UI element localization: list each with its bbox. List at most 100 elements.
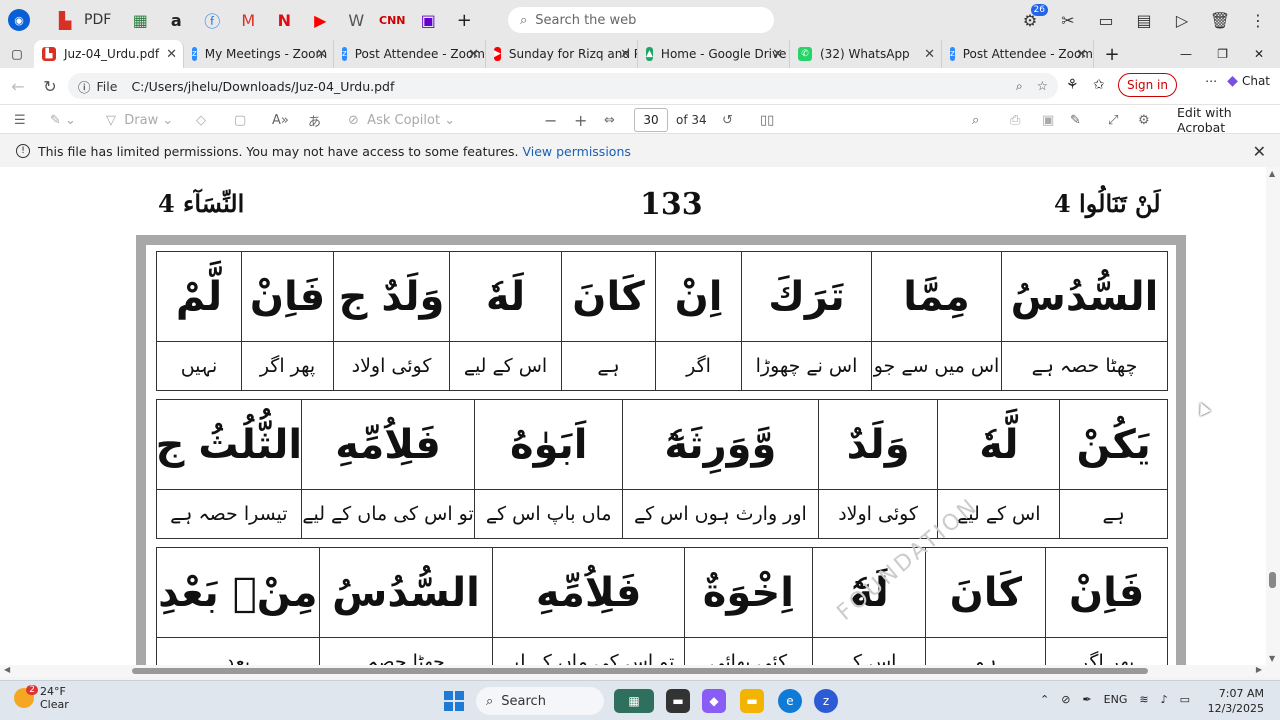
facebook-icon[interactable]: ⓕ: [197, 6, 227, 34]
network-off-icon[interactable]: ⊘: [1061, 693, 1070, 706]
edit-with-acrobat-button[interactable]: Edit with Acrobat: [1177, 105, 1280, 135]
close-icon[interactable]: ✕: [924, 47, 935, 62]
amazon-icon[interactable]: a: [161, 6, 191, 34]
file-explorer-icon[interactable]: ▬: [740, 689, 764, 713]
scissors-icon[interactable]: ✂: [1054, 6, 1082, 34]
video-icon[interactable]: ▭: [1092, 6, 1120, 34]
new-tab-button[interactable]: +: [1094, 40, 1130, 68]
trash-icon[interactable]: 🗑: [1206, 6, 1234, 34]
back-icon[interactable]: ←: [4, 72, 32, 100]
close-icon[interactable]: ✕: [316, 47, 327, 62]
netflix-icon[interactable]: N: [269, 6, 299, 34]
close-icon[interactable]: ✕: [166, 47, 177, 62]
chevron-up-icon[interactable]: ⌃: [1040, 693, 1049, 706]
info-icon: ⓘ: [78, 79, 91, 95]
copilot-icon[interactable]: ◆: [702, 689, 726, 713]
tab-actions-icon[interactable]: ▢: [0, 40, 34, 68]
close-icon[interactable]: ✕: [1076, 47, 1087, 62]
weather-widget[interactable]: 2 24°F Clear: [14, 685, 69, 711]
close-icon[interactable]: ✕: [620, 47, 631, 62]
tab-juz-pdf[interactable]: ▙ Juz-04_Urdu.pdf ✕: [34, 40, 184, 68]
more-icon[interactable]: ⋮: [1244, 6, 1272, 34]
zoom-icon[interactable]: ⌕: [1016, 78, 1023, 94]
language-indicator[interactable]: ENG: [1104, 693, 1128, 706]
save-icon[interactable]: ▣: [1042, 110, 1054, 130]
fit-page-icon[interactable]: ⇔: [604, 110, 615, 130]
pdf-viewport[interactable]: النِّسَآء 4 133 لَنْ تَنَالُوا 4 السُّدُ…: [0, 167, 1280, 665]
zoom-in-icon[interactable]: +: [574, 110, 587, 130]
contents-icon[interactable]: ☰: [14, 110, 26, 130]
minimize-icon[interactable]: —: [1172, 40, 1200, 68]
pdf-app-icon[interactable]: ▙: [50, 6, 80, 34]
rotate-icon[interactable]: ↺: [722, 110, 733, 130]
read-aloud-icon[interactable]: A»: [272, 110, 289, 130]
restore-icon[interactable]: ❐: [1209, 40, 1236, 68]
yahoo-icon[interactable]: ▣: [413, 6, 443, 34]
more-icon[interactable]: ⋯: [1205, 74, 1217, 88]
close-icon[interactable]: ✕: [772, 47, 783, 62]
save-as-icon[interactable]: ✎: [1070, 110, 1081, 130]
settings-gear-icon[interactable]: ⚙: [1138, 110, 1150, 130]
youtube-icon[interactable]: ▶: [305, 6, 335, 34]
extensions-icon[interactable]: ⚘: [1066, 77, 1079, 93]
tab-sunday-rizq[interactable]: ▶ Sunday for Rizq and Pr ✕: [486, 40, 638, 68]
clock[interactable]: 7:07 AM 12/3/2025: [1208, 686, 1264, 716]
play-icon[interactable]: ▷: [1168, 6, 1196, 34]
text-box-icon[interactable]: ▢: [234, 110, 246, 130]
page-number-input[interactable]: 30: [634, 108, 668, 132]
scroll-left-icon[interactable]: ◀: [4, 665, 10, 674]
tab-my-meetings[interactable]: z My Meetings - Zoom ✕: [184, 40, 334, 68]
cnn-icon[interactable]: CNN: [377, 6, 407, 34]
gallery-icon[interactable]: ▦: [125, 6, 155, 34]
scroll-up-icon[interactable]: ▲: [1269, 169, 1275, 178]
zoom-app-icon[interactable]: z: [814, 689, 838, 713]
widgets-icon[interactable]: ▦: [614, 689, 654, 713]
battery-icon[interactable]: ▭: [1180, 693, 1190, 706]
scroll-right-icon[interactable]: ▶: [1256, 665, 1262, 674]
close-icon[interactable]: ✕: [468, 47, 479, 62]
sign-in-button[interactable]: Sign in: [1118, 73, 1177, 97]
url-field[interactable]: ⓘ File C:/Users/jhelu/Downloads/Juz-04_U…: [68, 73, 1058, 99]
horizontal-scroll-thumb[interactable]: [132, 668, 1148, 674]
vertical-scroll-thumb[interactable]: [1269, 572, 1276, 588]
terminal-icon[interactable]: ▬: [666, 689, 690, 713]
gmail-icon[interactable]: M: [233, 6, 263, 34]
web-search-input[interactable]: ⌕ Search the web: [508, 7, 774, 33]
tab-post-attendee[interactable]: z Post Attendee - Zoom ✕: [334, 40, 486, 68]
favorites-icon[interactable]: ✩: [1093, 77, 1105, 93]
rewards-icon[interactable]: ⚙ 26: [1016, 4, 1048, 34]
browser-logo-icon[interactable]: ◉: [8, 9, 30, 31]
add-shortcut-icon[interactable]: +: [449, 6, 479, 34]
edge-icon[interactable]: e: [778, 689, 802, 713]
wikipedia-icon[interactable]: W: [341, 6, 371, 34]
highlight-icon[interactable]: ✎ ⌄: [50, 110, 76, 130]
page-view-icon[interactable]: ▯▯: [760, 110, 774, 130]
horizontal-scrollbar[interactable]: ◀ ▶: [0, 665, 1280, 677]
start-button[interactable]: [444, 691, 464, 711]
pdf-app-label[interactable]: PDF: [84, 12, 111, 28]
clipboard-icon[interactable]: ▤: [1130, 6, 1158, 34]
window-close-icon[interactable]: ✕: [1246, 40, 1272, 68]
pen-icon[interactable]: ✒: [1082, 693, 1091, 706]
erase-icon[interactable]: ◇: [196, 110, 206, 130]
copilot-chat-button[interactable]: ◆ Chat: [1227, 73, 1270, 89]
zoom-out-icon[interactable]: −: [544, 110, 557, 130]
print-icon[interactable]: ⎙: [1010, 110, 1020, 130]
find-icon[interactable]: ⌕: [972, 110, 979, 130]
tab-whatsapp[interactable]: ✆ (32) WhatsApp ✕: [790, 40, 942, 68]
refresh-icon[interactable]: ↻: [36, 72, 64, 100]
favorite-star-icon[interactable]: ☆: [1037, 78, 1048, 94]
translate-icon[interactable]: あ: [308, 110, 321, 130]
tab-post-attendee-2[interactable]: z Post Attendee - Zoom ✕: [942, 40, 1094, 68]
fullscreen-icon[interactable]: ⤢: [1108, 110, 1118, 130]
vertical-scrollbar[interactable]: ▲ ▼: [1266, 167, 1280, 665]
ask-copilot-button[interactable]: ⊘ Ask Copilot ⌄: [348, 110, 455, 130]
view-permissions-link[interactable]: View permissions: [522, 144, 630, 159]
close-icon[interactable]: ✕: [1253, 142, 1266, 161]
tab-google-drive[interactable]: ▲ Home - Google Drive ✕: [638, 40, 790, 68]
volume-icon[interactable]: ♪: [1161, 693, 1168, 706]
wifi-icon[interactable]: ≋: [1139, 693, 1148, 706]
taskbar-search[interactable]: ⌕ Search: [476, 687, 604, 715]
draw-button[interactable]: ▽ Draw ⌄: [106, 110, 173, 130]
scroll-down-icon[interactable]: ▼: [1269, 654, 1275, 663]
